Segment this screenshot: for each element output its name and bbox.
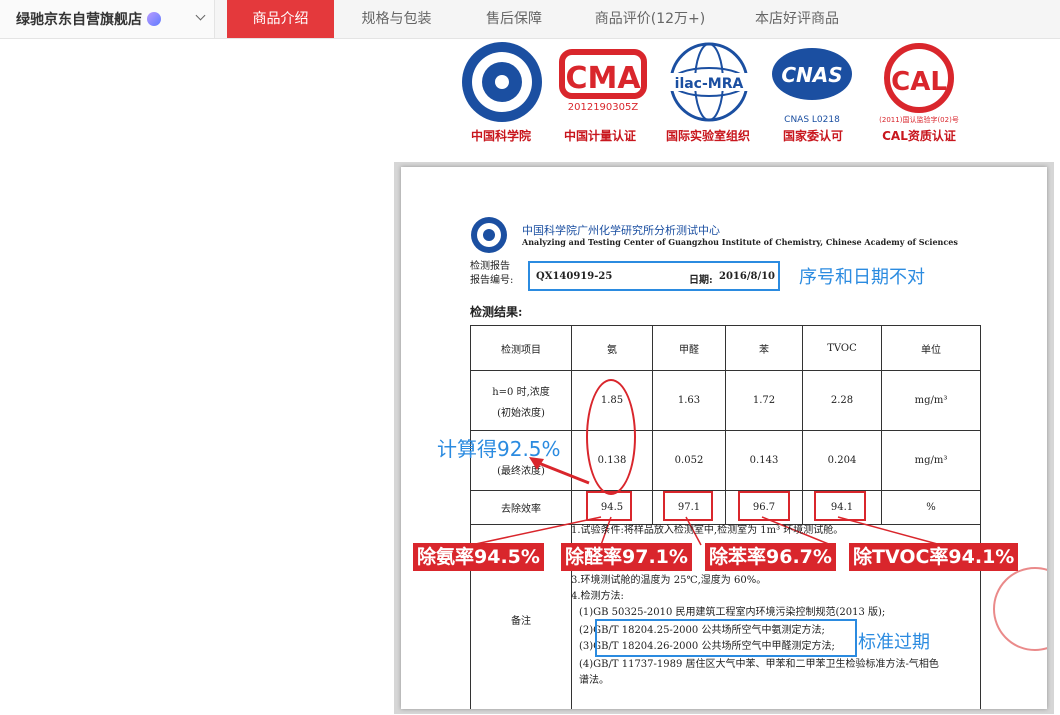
removal-rate-label: 除苯率96.7% (705, 543, 836, 571)
logo-caption: 国家委认可 (782, 129, 843, 143)
highlight-box (814, 491, 866, 521)
highlight-box (738, 491, 790, 521)
tab-reviews[interactable]: 商品评价(12万+) (582, 0, 718, 38)
chevron-down-icon[interactable] (195, 10, 206, 21)
table-header: 苯 (725, 325, 803, 371)
store-badge-icon (147, 12, 161, 26)
tab-recommended[interactable]: 本店好评商品 (737, 0, 857, 38)
standard-annotation: 标准过期 (858, 632, 930, 653)
svg-text:CAL: CAL (891, 67, 947, 97)
standard-highlight (595, 619, 857, 657)
table-header: 检测项目 (470, 325, 572, 371)
table-header: TVOC (802, 325, 882, 371)
removal-rate-label: 除TVOC率94.1% (849, 543, 1019, 571)
removal-rate-label: 除氨率94.5% (413, 543, 544, 571)
table-cell: mg/m³ (881, 430, 981, 491)
highlight-box (586, 491, 632, 521)
note-line: 3.环境测试舱的温度为 25℃,湿度为 60%。 (571, 575, 767, 586)
ammonia-oval-highlight (586, 379, 636, 495)
table-cell: % (881, 490, 981, 525)
logo-caption: CAL资质认证 (882, 129, 956, 143)
table-cell: 0.052 (652, 430, 726, 491)
table-row-label: 去除效率 (470, 490, 572, 525)
svg-text:(2011)国认监验字(02)号: (2011)国认监验字(02)号 (879, 115, 959, 124)
table-row-label: h=0 时,浓度 (初始浓度) (470, 370, 572, 431)
tab-after-sales[interactable]: 售后保障 (462, 0, 566, 38)
svg-text:CMA: CMA (565, 61, 641, 96)
svg-text:CNAS: CNAS (781, 63, 842, 87)
note-line: 谱法。 (579, 675, 609, 686)
table-header: 单位 (881, 325, 981, 371)
table-header: 氨 (571, 325, 653, 371)
seal-stamp (993, 567, 1047, 651)
highlight-box (663, 491, 713, 521)
table-cell: 0.204 (802, 430, 882, 491)
table-cell: mg/m³ (881, 370, 981, 431)
report-org-en: Analyzing and Testing Center of Guangzho… (522, 237, 958, 247)
results-label: 检测结果: (470, 305, 523, 319)
tab-specs[interactable]: 规格与包装 (340, 0, 453, 38)
test-report-image: 中国科学院广州化学研究所分析测试中心 Analyzing and Testing… (394, 162, 1054, 714)
tab-product-intro[interactable]: 商品介绍 (227, 0, 334, 38)
logo-caption: 中国科学院 (470, 129, 531, 143)
svg-text:2012190305Z: 2012190305Z (568, 102, 639, 113)
svg-text:ilac-MRA: ilac-MRA (675, 76, 744, 92)
report-org-cn: 中国科学院广州化学研究所分析测试中心 (522, 224, 720, 237)
calc-annotation: 计算得92.5% (437, 437, 561, 461)
store-name: 绿驰京东自营旗舰店 (16, 12, 142, 28)
top-nav-bar: 绿驰京东自营旗舰店 商品介绍 规格与包装 售后保障 商品评价(12万+) 本店好… (0, 0, 1060, 39)
svg-text:CNAS L0218: CNAS L0218 (784, 115, 840, 125)
test-report: 中国科学院广州化学研究所分析测试中心 Analyzing and Testing… (401, 167, 1047, 709)
table-cell: 0.143 (725, 430, 803, 491)
report-title: 检测报告 (470, 261, 510, 272)
serial-date-highlight (528, 261, 780, 291)
report-no-label: 报告编号: (470, 275, 514, 286)
store-selector[interactable]: 绿驰京东自营旗舰店 (0, 0, 215, 38)
table-cell: 1.72 (725, 370, 803, 431)
table-header: 甲醛 (652, 325, 726, 371)
note-line: 1.试验条件:将样品放入检测室中,检测室为 1m³ 环境测试舱。 (571, 525, 844, 536)
logo-caption: 中国计量认证 (563, 129, 636, 143)
note-line: (4)GB/T 11737-1989 居住区大气中苯、甲苯和二甲苯卫生检验标准方… (579, 659, 939, 670)
table-cell: 2.28 (802, 370, 882, 431)
table-cell: 1.63 (652, 370, 726, 431)
cas-emblem-icon (471, 217, 507, 253)
note-line: (1)GB 50325-2010 民用建筑工程室内环境污染控制规范(2013 版… (579, 607, 886, 618)
note-line: 4.检测方法: (571, 591, 624, 602)
serial-date-annotation: 序号和日期不对 (799, 267, 925, 288)
logo-caption: 国际实验室组织 (665, 129, 750, 143)
removal-rate-label: 除醛率97.1% (561, 543, 692, 571)
